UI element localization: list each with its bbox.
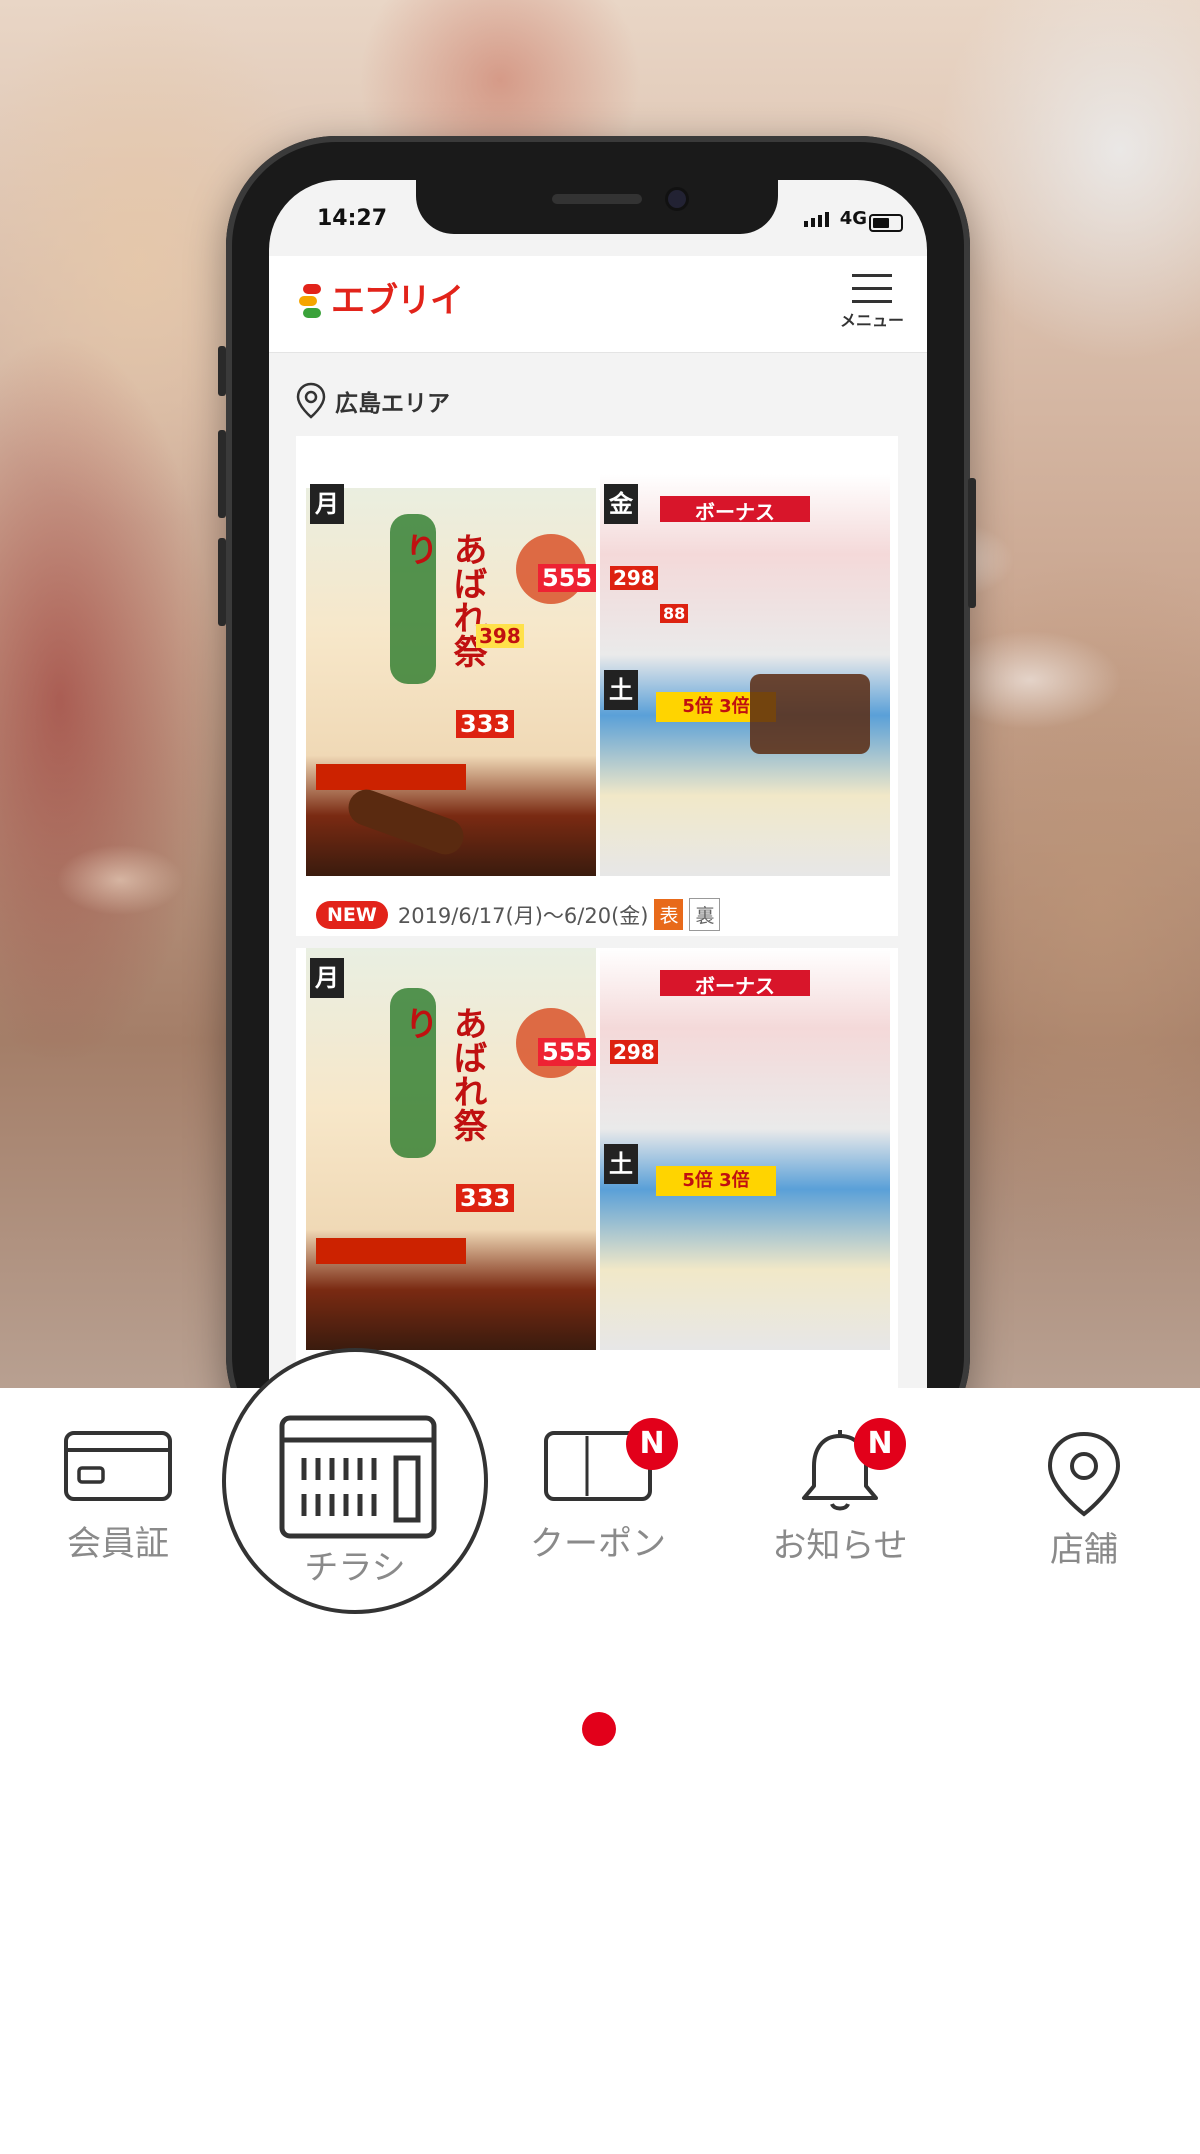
logo-mark-icon xyxy=(299,270,323,324)
phone-mute-switch xyxy=(218,346,226,396)
flyer-day-mon: 月 xyxy=(310,484,344,524)
app-header: エブリイ メニュー xyxy=(269,256,927,353)
flyer-price: 398 xyxy=(476,624,524,648)
nav-item-notifications[interactable]: お知らせ N xyxy=(740,1418,940,1567)
nav-item-stores[interactable]: 店舗 xyxy=(984,1430,1184,1571)
location-pin-icon xyxy=(296,382,326,419)
nav-label-notifications: お知らせ xyxy=(772,1526,908,1566)
flyer-price: 88 xyxy=(660,604,689,623)
nav-item-coupon[interactable]: クーポン N xyxy=(498,1418,698,1565)
location-pin-icon xyxy=(1047,1431,1121,1517)
flyer-period: 2019/6/17(月)〜6/20(金) xyxy=(397,903,649,928)
notifications-badge: N xyxy=(854,1418,906,1470)
nav-label-coupon: クーポン xyxy=(530,1524,666,1564)
status-time: 14:27 xyxy=(317,206,388,231)
app-logo[interactable]: エブリイ xyxy=(299,270,464,324)
flyer-price: 298 xyxy=(610,566,658,590)
area-label: 広島エリア xyxy=(335,391,450,417)
area-selector[interactable]: 広島エリア xyxy=(295,382,450,420)
hamburger-icon-bar xyxy=(852,287,892,290)
nav-label-flyer: チラシ xyxy=(304,1548,406,1588)
new-badge: NEW xyxy=(316,900,388,929)
phone-power-button xyxy=(968,478,976,608)
flyer-headline: あばれ祭り xyxy=(398,532,487,668)
flyer-icon xyxy=(279,1415,437,1539)
bottom-navigation: 会員証 クーポン N お知らせ N 店舗 xyxy=(0,1388,1200,2154)
page-indicator-dot xyxy=(582,1712,616,1746)
membership-card-icon xyxy=(64,1431,172,1501)
nav-label-stores: 店舗 xyxy=(1050,1530,1118,1570)
flyer-price: 333 xyxy=(456,710,515,738)
flyer-front-page: 月 あばれ祭り 555 333 xyxy=(306,948,596,1350)
phone-camera xyxy=(668,190,686,208)
flyer-back-page: 金 ボーナス 298 88 土 5倍 3倍 xyxy=(600,474,890,876)
phone-notch xyxy=(416,180,778,234)
flyer-day-sat: 土 xyxy=(604,1144,638,1184)
hamburger-icon xyxy=(852,274,892,277)
flyer-bonus-banner: ボーナス xyxy=(660,496,810,524)
flyer-price: 555 xyxy=(538,564,596,592)
flyer-back-page: ボーナス 298 土 5倍 3倍 xyxy=(600,948,890,1350)
flyer-image[interactable]: 月 あばれ祭り 555 398 333 金 ボーナス 298 88 土 5倍 3… xyxy=(306,474,890,876)
flyer-card[interactable]: 月 あばれ祭り 555 333 ボーナス 298 土 5倍 3倍 xyxy=(296,948,898,1388)
flyer-front-page: 月 あばれ祭り 555 398 333 xyxy=(306,474,596,876)
menu-label: メニュー xyxy=(839,311,904,330)
nav-item-membership[interactable]: 会員証 xyxy=(18,1430,218,1565)
coupon-badge: N xyxy=(626,1418,678,1470)
flyer-meta: NEW 2019/6/17(月)〜6/20(金) 表 裏 xyxy=(316,898,721,931)
flyer-headline: あばれ祭り xyxy=(398,1006,487,1142)
flyer-points: 5倍 3倍 xyxy=(656,1166,776,1196)
back-side-tab[interactable]: 裏 xyxy=(689,898,721,931)
flyer-card[interactable]: 月 あばれ祭り 555 398 333 金 ボーナス 298 88 土 5倍 3… xyxy=(296,436,898,936)
signal-icon xyxy=(804,212,829,227)
front-side-tab[interactable]: 表 xyxy=(654,899,684,930)
flyer-day-sat: 土 xyxy=(604,670,638,710)
nav-label-membership: 会員証 xyxy=(67,1524,169,1564)
flyer-price: 298 xyxy=(610,1040,658,1064)
flyer-image[interactable]: 月 あばれ祭り 555 333 ボーナス 298 土 5倍 3倍 xyxy=(306,948,890,1350)
flyer-day-mon: 月 xyxy=(310,958,344,998)
flyer-price: 555 xyxy=(538,1038,596,1066)
network-type: 4G xyxy=(839,208,867,229)
flyer-bonus-banner: ボーナス xyxy=(660,970,810,998)
menu-button[interactable]: メニュー xyxy=(837,274,907,331)
phone-volume-down xyxy=(218,538,226,626)
hamburger-icon-bar xyxy=(852,300,892,303)
flyer-price: 333 xyxy=(456,1184,515,1212)
logo-text: エブリイ xyxy=(331,280,464,321)
phone-volume-up xyxy=(218,430,226,518)
phone-speaker xyxy=(552,194,642,204)
battery-icon xyxy=(869,214,903,232)
